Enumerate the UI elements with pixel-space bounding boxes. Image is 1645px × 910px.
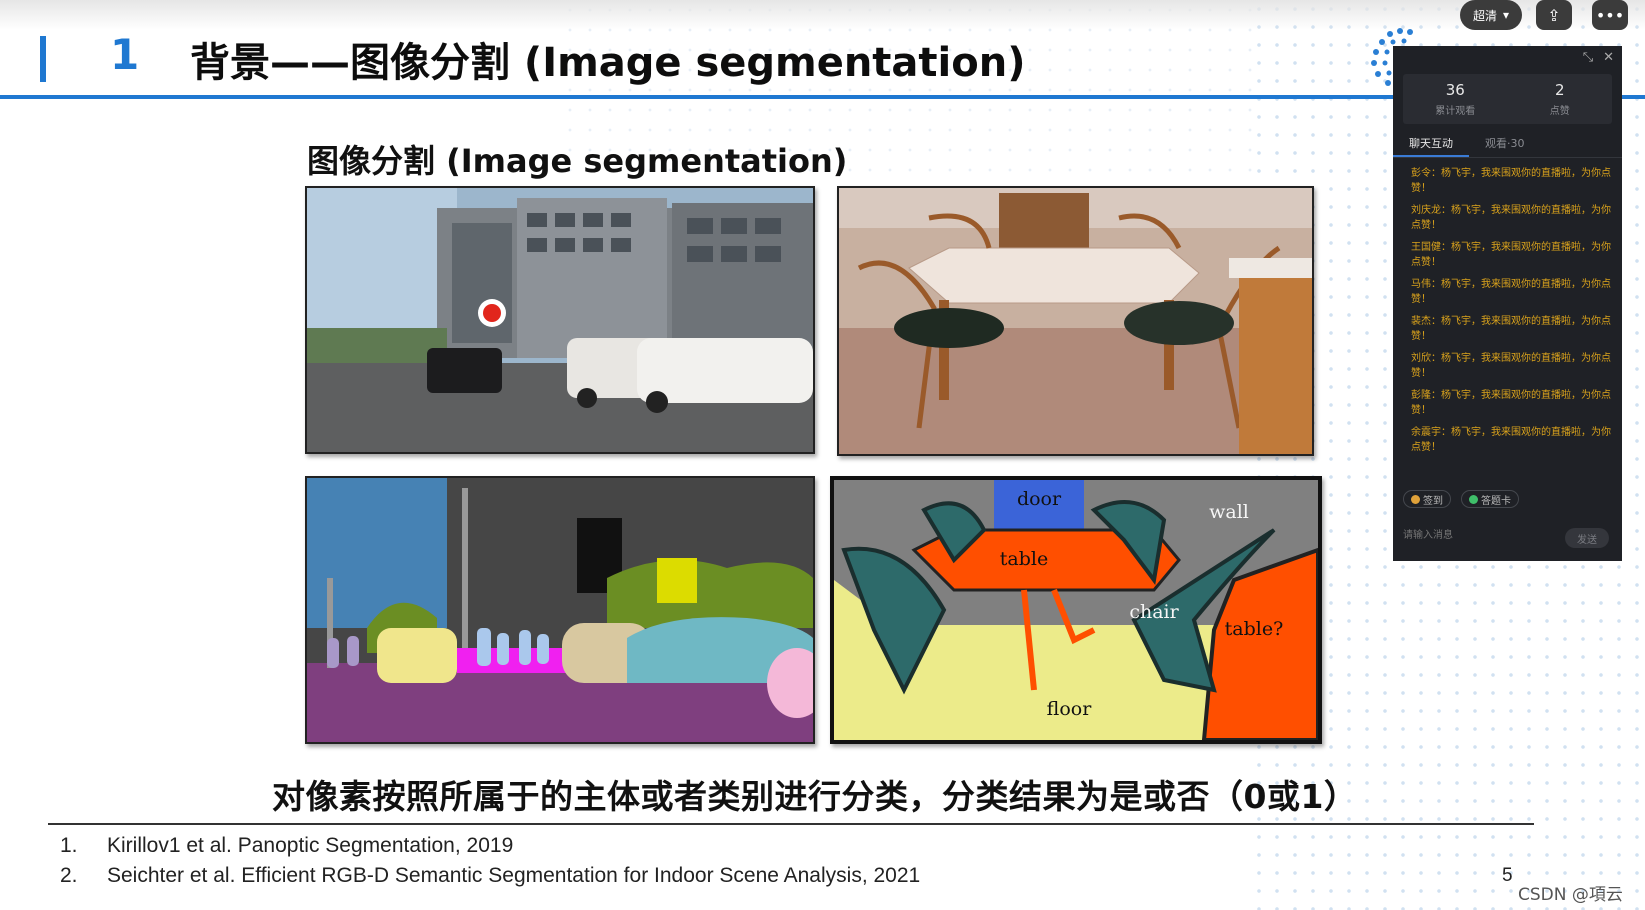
label-table-question: table? (1225, 618, 1284, 640)
indoor-photo (837, 186, 1314, 456)
label-table: table (1000, 548, 1048, 570)
tab-chat[interactable]: 聊天互动 (1393, 132, 1469, 157)
checkin-icon (1411, 494, 1420, 504)
title-accent-bar (40, 36, 46, 82)
stat-views: 36 累计观看 (1403, 74, 1508, 124)
checkin-label: 签到 (1423, 495, 1443, 507)
label-floor: floor (1047, 698, 1093, 720)
chat-message: 刘庆龙：杨飞宇，我来围观你的直播啦，为你点赞！ (1411, 205, 1611, 231)
reference-text: Kirillov1 et al. Panoptic Segmentation, … (107, 834, 514, 857)
stat-value: 2 (1554, 81, 1565, 99)
more-icon: ••• (1595, 5, 1625, 25)
label-chair: chair (1129, 601, 1179, 623)
chat-message-input[interactable] (1403, 524, 1553, 546)
chat-messages: 彭令：杨飞宇，我来围观你的直播啦，为你点赞！ 刘庆龙：杨飞宇，我来围观你的直播啦… (1411, 166, 1611, 462)
tab-viewers[interactable]: 观看·30 (1469, 132, 1541, 157)
chat-stats: 36 累计观看 2 点赞 (1403, 74, 1612, 124)
label-wall: wall (1209, 501, 1249, 523)
chat-message: 王国健：杨飞宇，我来围观你的直播啦，为你点赞！ (1411, 242, 1611, 268)
answer-card-label: 答题卡 (1481, 495, 1511, 507)
chevron-down-icon: ▾ (1502, 8, 1510, 22)
slide-caption: 对像素按照所属于的主体或者类别进行分类，分类结果为是或否（0或1） (272, 777, 1358, 816)
send-button[interactable]: 发送 (1565, 528, 1609, 548)
indoor-segmentation: door wall table chair table? floor (830, 476, 1322, 744)
chat-message: 彭令：杨飞宇，我来围观你的直播啦，为你点赞！ (1411, 168, 1611, 194)
slide-title: 背景——图像分割 (Image segmentation) (190, 40, 1026, 86)
reference-number: 2. (60, 864, 78, 887)
close-icon[interactable]: ✕ (1603, 50, 1614, 65)
stat-likes: 2 点赞 (1508, 74, 1613, 124)
stat-label: 点赞 (1549, 106, 1570, 117)
chat-message: 裴杰：杨飞宇，我来围观你的直播啦，为你点赞！ (1411, 316, 1611, 342)
quality-label: 超清 (1472, 8, 1497, 23)
share-button[interactable]: ⇪ (1536, 0, 1572, 30)
stat-value: 36 (1445, 81, 1465, 99)
answer-card-icon (1469, 494, 1478, 504)
reference-text: Seichter et al. Efficient RGB-D Semantic… (107, 864, 921, 887)
share-icon: ⇪ (1547, 5, 1561, 25)
street-segmentation (305, 476, 815, 744)
chat-message: 刘欣：杨飞宇，我来围观你的直播啦，为你点赞！ (1411, 353, 1611, 379)
chat-tabs: 聊天互动 观看·30 (1393, 132, 1622, 158)
reference-item: 1. Kirillov1 et al. Panoptic Segmentatio… (60, 831, 920, 861)
answer-card-button[interactable]: 答题卡 (1461, 490, 1519, 508)
reference-item: 2. Seichter et al. Efficient RGB-D Seman… (60, 861, 920, 891)
label-door: door (1017, 488, 1062, 510)
chat-panel: ⤡ ✕ 36 累计观看 2 点赞 聊天互动 观看·30 彭令：杨飞宇，我来围观你… (1393, 46, 1622, 561)
reference-number: 1. (60, 834, 78, 857)
references: 1. Kirillov1 et al. Panoptic Segmentatio… (60, 831, 920, 891)
references-divider (48, 823, 1534, 825)
title-number: 1 (110, 30, 140, 79)
watermark: CSDN @項云 (1518, 885, 1623, 905)
chat-actions: 签到 答题卡 (1403, 490, 1519, 508)
street-photo (305, 186, 815, 454)
content-heading: 图像分割 (Image segmentation) (307, 142, 848, 180)
chat-message: 彭隆：杨飞宇，我来围观你的直播啦，为你点赞！ (1411, 390, 1611, 416)
quality-select-button[interactable]: 超清 ▾ (1460, 0, 1522, 30)
minimize-icon[interactable]: ⤡ (1583, 50, 1593, 65)
checkin-button[interactable]: 签到 (1403, 490, 1451, 508)
more-button[interactable]: ••• (1592, 0, 1628, 30)
chat-message: 马伟：杨飞宇，我来围观你的直播啦，为你点赞！ (1411, 279, 1611, 305)
chat-message: 余震宇：杨飞宇，我来围观你的直播啦，为你点赞！ (1411, 427, 1611, 453)
stat-label: 累计观看 (1435, 106, 1476, 117)
page-number: 5 (1502, 865, 1513, 886)
